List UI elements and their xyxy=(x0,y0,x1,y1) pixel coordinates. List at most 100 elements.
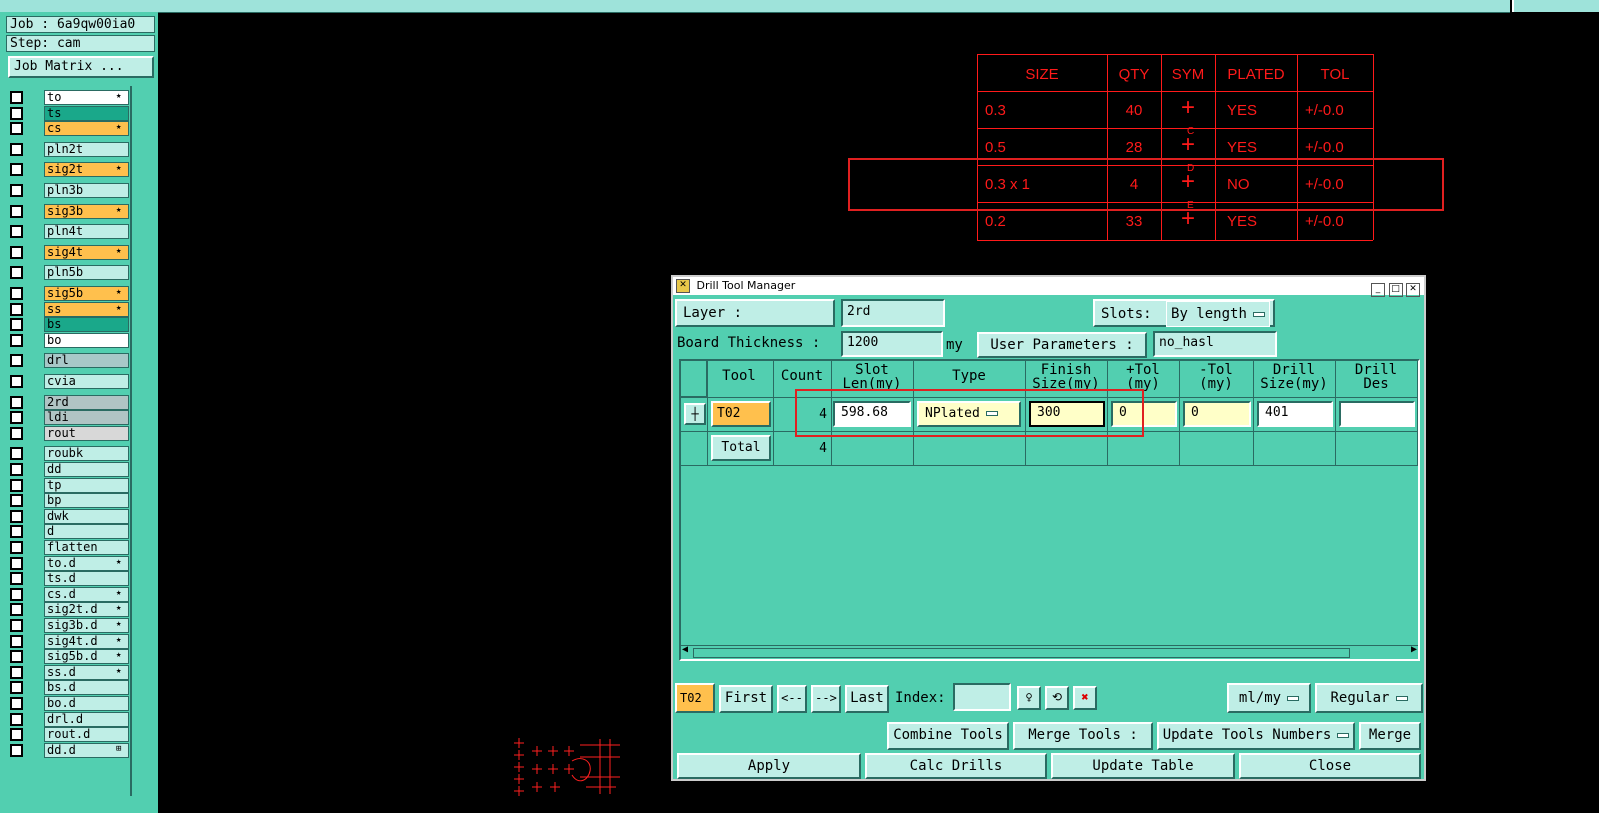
layer-row[interactable]: sig5b ★ xyxy=(8,286,129,301)
layer-checkbox[interactable] xyxy=(10,681,23,695)
layer-row[interactable]: dwk xyxy=(8,508,129,524)
layer-row[interactable]: sig5b.d ★ xyxy=(8,649,129,665)
units-dropdown[interactable]: ml/my xyxy=(1227,683,1311,713)
layer-row[interactable]: ts xyxy=(8,105,129,121)
close-button[interactable]: Close xyxy=(1239,753,1421,779)
layer-checkbox[interactable] xyxy=(10,509,23,523)
update-table-button[interactable]: Update Table xyxy=(1051,753,1235,779)
layer-row[interactable]: cs ★ xyxy=(8,121,129,137)
layer-checkbox[interactable] xyxy=(10,122,23,136)
layer-name[interactable]: bo.d xyxy=(44,696,129,711)
apply-button[interactable]: Apply xyxy=(677,753,861,779)
layer-checkbox[interactable] xyxy=(10,163,23,177)
layer-row[interactable]: sig4t.d ★ xyxy=(8,633,129,649)
layer-checkbox[interactable] xyxy=(10,184,23,197)
layer-name[interactable]: bs xyxy=(44,317,129,333)
layer-row[interactable]: roubk xyxy=(8,446,129,462)
scroll-left-icon[interactable]: ◀ xyxy=(682,644,688,655)
layer-name[interactable]: bo xyxy=(44,332,129,348)
layer-name[interactable]: tp xyxy=(44,477,129,493)
index-input[interactable] xyxy=(953,683,1011,711)
calc-drills-button[interactable]: Calc Drills xyxy=(865,753,1047,779)
layer-name[interactable]: rout xyxy=(44,425,129,441)
layer-checkbox[interactable] xyxy=(10,245,23,259)
layer-row[interactable]: bs.d xyxy=(8,680,129,696)
layer-name[interactable]: roubk xyxy=(44,446,129,462)
slots-control[interactable]: Slots: By length xyxy=(1093,299,1275,327)
layer-row[interactable]: pln3b xyxy=(8,183,129,198)
layer-row[interactable]: sig3b ★ xyxy=(8,203,129,219)
layer-row[interactable]: cs.d ★ xyxy=(8,586,129,602)
layer-checkbox[interactable] xyxy=(10,572,23,586)
bulb-icon[interactable]: ♀ xyxy=(1017,686,1041,710)
drill-size-input[interactable]: 401 xyxy=(1257,401,1333,427)
user-parameters-value[interactable]: no_hasl xyxy=(1153,331,1277,357)
close-icon[interactable]: ✕ xyxy=(1406,283,1420,297)
layer-name[interactable]: pln3b xyxy=(44,183,129,198)
layer-name[interactable]: dd xyxy=(44,462,129,477)
total-button[interactable]: Total xyxy=(711,435,771,461)
layer-row[interactable]: bp xyxy=(8,493,129,509)
mode-dropdown[interactable]: Regular xyxy=(1315,683,1423,713)
expand-row-icon[interactable]: ┼ xyxy=(684,403,706,425)
layer-row[interactable]: 2rd xyxy=(8,394,129,410)
layer-checkbox[interactable] xyxy=(10,728,23,742)
layer-name[interactable]: bp xyxy=(44,493,129,509)
layer-panel-scrollbar[interactable] xyxy=(130,86,156,796)
layer-checkbox[interactable] xyxy=(10,91,23,104)
layer-checkbox[interactable] xyxy=(10,463,23,476)
layer-row[interactable]: to.d ★ xyxy=(8,555,129,571)
layer-checkbox[interactable] xyxy=(10,266,23,280)
layer-row[interactable]: drl.d xyxy=(8,711,129,727)
delete-icon[interactable]: ✖ xyxy=(1073,686,1097,710)
scroll-right-icon[interactable]: ▶ xyxy=(1411,644,1417,655)
tool-cell[interactable]: T02 xyxy=(711,401,771,427)
layer-row[interactable]: ts.d xyxy=(8,571,129,587)
layer-checkbox[interactable] xyxy=(10,287,23,300)
layer-name[interactable]: cvia xyxy=(44,374,129,389)
layer-row[interactable]: pln5b xyxy=(8,265,129,281)
layer-checkbox[interactable] xyxy=(10,650,23,664)
layer-checkbox[interactable] xyxy=(10,712,23,726)
layer-name[interactable]: flatten xyxy=(44,540,129,555)
layer-checkbox[interactable] xyxy=(10,354,23,368)
layer-checkbox[interactable] xyxy=(10,697,23,710)
layer-checkbox[interactable] xyxy=(10,494,23,508)
layer-checkbox[interactable] xyxy=(10,665,23,679)
layer-row[interactable]: bo.d xyxy=(8,696,129,711)
layer-row[interactable]: pln2t xyxy=(8,141,129,157)
layer-row[interactable]: dd xyxy=(8,462,129,477)
layer-name[interactable]: drl.d xyxy=(44,711,129,727)
layer-name[interactable]: pln2t xyxy=(44,141,129,157)
next-button[interactable]: --> xyxy=(811,685,841,713)
merge-button[interactable]: Merge xyxy=(1359,722,1421,750)
layer-name[interactable]: dwk xyxy=(44,508,129,524)
layer-name[interactable]: pln5b xyxy=(44,265,129,281)
layer-checkbox[interactable] xyxy=(10,142,23,156)
layer-checkbox[interactable] xyxy=(10,225,23,239)
layer-row[interactable]: sig3b.d ★ xyxy=(8,618,129,633)
slots-dropdown[interactable]: By length xyxy=(1166,301,1270,327)
minimize-icon[interactable]: _ xyxy=(1371,283,1385,297)
layer-row[interactable]: cvia xyxy=(8,374,129,389)
layer-row[interactable]: drl xyxy=(8,353,129,369)
layer-row[interactable]: to ★ xyxy=(8,90,129,105)
layer-row[interactable]: dd.d ⊞ xyxy=(8,742,129,758)
layer-name[interactable]: rout.d xyxy=(44,727,129,743)
layer-row[interactable]: pln4t xyxy=(8,224,129,240)
layer-checkbox[interactable] xyxy=(10,426,23,440)
layer-checkbox[interactable] xyxy=(10,318,23,332)
dialog-titlebar[interactable]: ✕ Drill Tool Manager _ □ ✕ xyxy=(673,277,1424,297)
layer-checkbox[interactable] xyxy=(10,204,23,218)
layer-checkbox[interactable] xyxy=(10,411,23,425)
layer-row[interactable]: sig4t ★ xyxy=(8,244,129,260)
scrollbar-thumb[interactable] xyxy=(693,648,1350,658)
refresh-icon[interactable]: ⟲ xyxy=(1045,686,1069,710)
layer-row[interactable]: flatten xyxy=(8,540,129,555)
layer-checkbox[interactable] xyxy=(10,447,23,461)
layer-row[interactable]: d xyxy=(8,524,129,540)
merge-option-dropdown[interactable]: Update Tools Numbers xyxy=(1157,722,1355,750)
layer-name[interactable]: 2rd xyxy=(44,394,129,410)
grid-horizontal-scrollbar[interactable]: ◀ ▶ xyxy=(681,644,1418,659)
layer-checkbox[interactable] xyxy=(10,743,23,757)
